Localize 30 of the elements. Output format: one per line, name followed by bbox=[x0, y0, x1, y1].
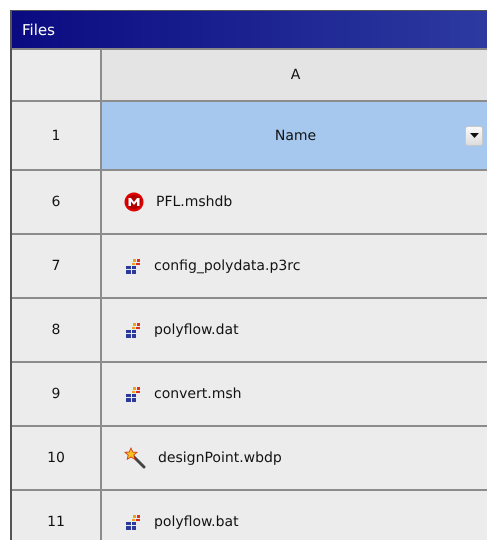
file-name: designPoint.wbdp bbox=[158, 450, 282, 466]
file-name: convert.msh bbox=[154, 386, 242, 402]
row-number: 1 bbox=[12, 102, 102, 169]
polyflow-file-icon bbox=[124, 513, 142, 531]
row-number: 10 bbox=[12, 427, 102, 489]
panel-title: Files bbox=[12, 11, 487, 50]
file-cell[interactable]: convert.msh bbox=[102, 363, 487, 425]
file-cell[interactable]: polyflow.dat bbox=[102, 299, 487, 361]
file-name: polyflow.bat bbox=[154, 514, 239, 530]
row-number: 6 bbox=[12, 171, 102, 233]
header-label: Name bbox=[274, 128, 316, 144]
mesh-file-icon bbox=[124, 192, 144, 212]
file-name: config_polydata.p3rc bbox=[154, 258, 300, 274]
filter-dropdown[interactable] bbox=[465, 126, 483, 146]
row-number: 8 bbox=[12, 299, 102, 361]
column-header[interactable]: A bbox=[102, 50, 487, 100]
file-name: PFL.mshdb bbox=[156, 194, 232, 210]
polyflow-file-icon bbox=[124, 257, 142, 275]
file-cell[interactable]: config_polydata.p3rc bbox=[102, 235, 487, 297]
file-cell[interactable]: polyflow.bat bbox=[102, 491, 487, 540]
polyflow-file-icon bbox=[124, 385, 142, 403]
row-number: 7 bbox=[12, 235, 102, 297]
caret-icon bbox=[470, 133, 478, 138]
polyflow-file-icon bbox=[124, 321, 142, 339]
file-cell[interactable]: designPoint.wbdp bbox=[102, 427, 487, 489]
row-number: 9 bbox=[12, 363, 102, 425]
file-cell[interactable]: PFL.mshdb bbox=[102, 171, 487, 233]
file-name: polyflow.dat bbox=[154, 322, 239, 338]
magic-wand-icon bbox=[124, 447, 146, 469]
row-number: 11 bbox=[12, 491, 102, 540]
